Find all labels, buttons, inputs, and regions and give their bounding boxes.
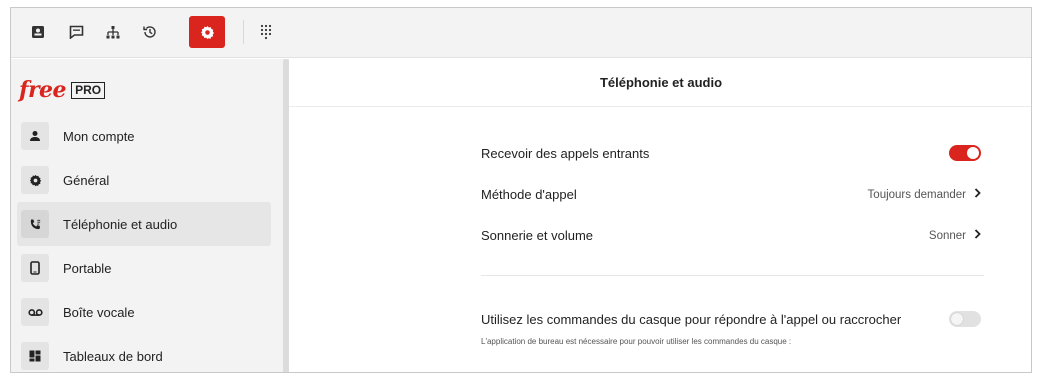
sidebar-item-label: Boîte vocale [63, 304, 135, 320]
dialpad-icon[interactable] [251, 16, 281, 48]
toolbar-divider [243, 20, 244, 44]
sidebar-item-label: Portable [63, 260, 112, 276]
page-title: Téléphonie et audio [599, 75, 723, 90]
sidebar-item-boite-vocale[interactable]: Boîte vocale [17, 290, 271, 334]
gear-icon [21, 166, 49, 194]
setting-ringtone-volume[interactable]: Sonnerie et volume Sonner [481, 228, 981, 243]
chat-icon[interactable] [61, 16, 91, 48]
free-pro-logo: free PRO [19, 77, 106, 103]
sidebar-item-portable[interactable]: Portable [17, 246, 271, 290]
chevron-right-icon [974, 188, 981, 201]
incoming-calls-toggle[interactable] [949, 145, 981, 161]
sidebar-item-telephonie-audio[interactable]: Téléphonie et audio [17, 202, 271, 246]
setting-value: Sonner [929, 229, 981, 242]
voicemail-icon [21, 298, 49, 326]
chevron-right-icon [974, 229, 981, 242]
sidebar-item-mon-compte[interactable]: Mon compte [17, 114, 271, 158]
sidebar-item-label: Général [63, 172, 110, 188]
headset-note: L'application de bureau est nécessaire p… [481, 337, 792, 346]
logo-brand: free [19, 77, 67, 103]
sidebar-item-general[interactable]: Général [17, 158, 271, 202]
settings-icon[interactable] [189, 16, 225, 48]
sidebar-item-label: Téléphonie et audio [63, 216, 178, 232]
main-panel: Téléphonie et audio Recevoir des appels … [289, 59, 1031, 372]
setting-label: Utilisez les commandes du casque pour ré… [481, 311, 902, 327]
app-window: free PRO Mon compte Général Téléphonie e… [10, 7, 1032, 373]
setting-call-method[interactable]: Méthode d'appel Toujours demander [481, 187, 981, 202]
section-divider [481, 275, 984, 276]
sidebar-item-tableaux-de-bord[interactable]: Tableaux de bord [17, 334, 271, 372]
sidebar-item-label: Mon compte [63, 128, 135, 144]
setting-incoming-calls: Recevoir des appels entrants [481, 145, 981, 161]
mobile-icon [21, 254, 49, 282]
sidebar: free PRO Mon compte Général Téléphonie e… [11, 59, 283, 372]
call-method-value: Toujours demander [867, 188, 966, 201]
setting-label: Méthode d'appel [481, 187, 577, 202]
toggle-knob [951, 313, 963, 325]
sidebar-nav: Mon compte Général Téléphonie et audio P… [17, 114, 271, 372]
setting-label: Recevoir des appels entrants [481, 145, 650, 161]
phone-icon [21, 210, 49, 238]
setting-label: Sonnerie et volume [481, 228, 594, 243]
history-icon[interactable] [135, 16, 165, 48]
top-toolbar [11, 8, 1031, 58]
person-icon [21, 122, 49, 150]
org-chart-icon[interactable] [98, 16, 128, 48]
headset-controls-toggle[interactable] [949, 311, 981, 327]
setting-headset-controls: Utilisez les commandes du casque pour ré… [481, 311, 981, 327]
setting-value: Toujours demander [868, 188, 981, 201]
contact-card-icon[interactable] [23, 16, 53, 48]
dashboard-icon [21, 342, 49, 370]
sidebar-item-label: Tableaux de bord [63, 348, 163, 364]
ringtone-value: Sonner [928, 229, 966, 242]
main-header: Téléphonie et audio [289, 59, 1031, 107]
logo-pro-badge: PRO [71, 81, 106, 99]
toggle-knob [967, 147, 979, 159]
